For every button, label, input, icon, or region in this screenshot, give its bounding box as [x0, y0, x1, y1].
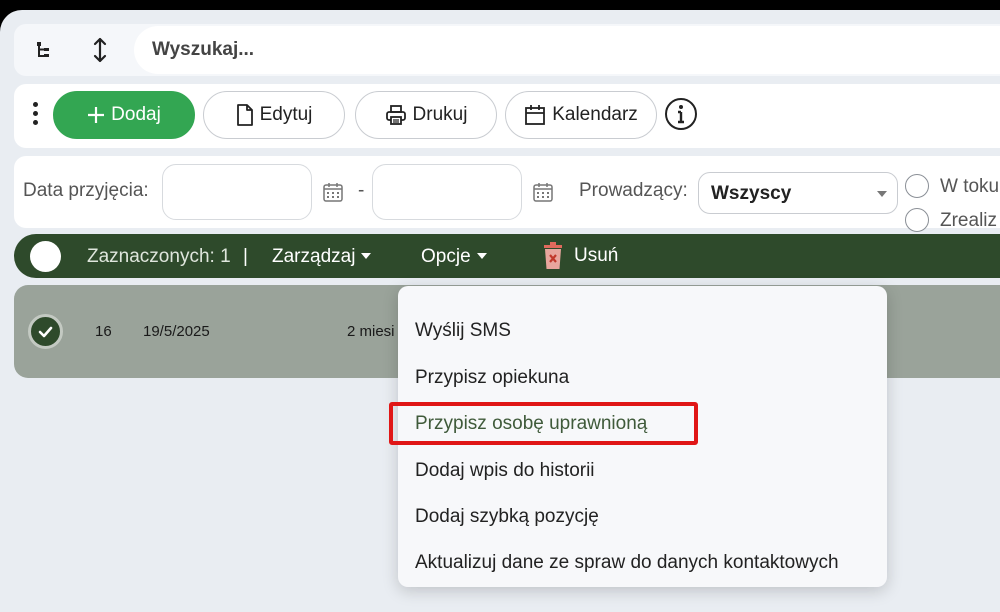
check-icon — [38, 326, 53, 338]
search-input[interactable] — [134, 26, 1000, 74]
status-completed-label: Zrealiz — [940, 210, 998, 231]
edit-button[interactable]: Edytuj — [203, 91, 345, 139]
menu-item-add-quick-item[interactable]: Dodaj szybką pozycję — [415, 506, 599, 528]
calendar-icon — [323, 183, 343, 202]
sort-vertical-icon — [93, 37, 107, 63]
menu-item-assign-caretaker[interactable]: Przypisz opiekuna — [415, 367, 569, 389]
tree-view-button[interactable] — [32, 38, 56, 62]
date-to-field[interactable] — [372, 164, 522, 220]
app-window: Dodaj Edytuj Drukuj Kalendarz — [0, 10, 1000, 612]
owner-select[interactable]: Wszyscy — [698, 172, 898, 214]
add-button[interactable]: Dodaj — [53, 91, 195, 139]
manage-menu-button[interactable]: Zarządzaj — [272, 246, 372, 268]
kebab-icon — [32, 102, 38, 107]
divider: | — [243, 246, 248, 267]
select-all-toggle[interactable] — [30, 241, 61, 272]
menu-item-update-contact-data[interactable]: Aktualizuj dane ze spraw do danych konta… — [415, 552, 839, 574]
date-to-picker[interactable] — [532, 181, 554, 203]
edit-button-label: Edytuj — [259, 104, 313, 125]
owner-select-value: Wszyscy — [711, 183, 792, 204]
highlight-annotation — [389, 402, 698, 445]
selection-bar: Zaznaczonych: 1 | Zarządzaj Opcje Usuń — [14, 234, 1000, 278]
calendar-icon — [533, 183, 553, 202]
selected-count: Zaznaczonych: 1 — [87, 246, 231, 267]
date-range-separator: - — [358, 180, 365, 201]
calendar-icon — [525, 105, 546, 125]
manage-label: Zarządzaj — [272, 246, 356, 267]
toolbar: Dodaj Edytuj Drukuj Kalendarz — [14, 84, 1000, 148]
chevron-down-icon — [877, 191, 887, 197]
add-button-label: Dodaj — [111, 104, 161, 125]
status-in-progress-label: W toku — [940, 176, 1000, 197]
delete-label: Usuń — [574, 245, 619, 266]
search-row — [14, 24, 1000, 76]
menu-item-add-history-entry[interactable]: Dodaj wpis do historii — [415, 460, 595, 482]
print-button[interactable]: Drukuj — [355, 91, 497, 139]
status-in-progress-radio[interactable] — [905, 174, 929, 198]
plus-icon — [88, 107, 105, 123]
options-label: Opcje — [421, 246, 471, 267]
calendar-button[interactable]: Kalendarz — [505, 91, 657, 139]
options-menu-button[interactable]: Opcje — [421, 246, 487, 268]
row-checkbox[interactable] — [28, 314, 63, 349]
trash-icon — [544, 242, 562, 269]
printer-icon — [385, 105, 406, 125]
date-from-picker[interactable] — [322, 181, 344, 203]
tree-icon — [37, 42, 49, 57]
more-options-button[interactable] — [30, 102, 40, 128]
menu-item-send-sms[interactable]: Wyślij SMS — [415, 320, 511, 342]
filter-bar: Data przyjęcia: - Prowadzący: Wszyscy W … — [14, 156, 1000, 232]
calendar-button-label: Kalendarz — [552, 104, 638, 125]
date-from-field[interactable] — [162, 164, 312, 220]
row-age: 2 miesi — [347, 323, 395, 340]
print-button-label: Drukuj — [412, 104, 468, 125]
document-icon — [236, 104, 253, 126]
caret-down-icon — [476, 253, 487, 259]
owner-label: Prowadzący: — [579, 180, 688, 201]
info-button[interactable] — [664, 97, 698, 131]
delete-button[interactable]: Usuń — [542, 241, 618, 271]
info-icon — [665, 98, 697, 130]
caret-down-icon — [361, 253, 372, 259]
sort-button[interactable] — [90, 36, 110, 64]
status-completed-radio[interactable] — [905, 208, 929, 232]
row-date: 19/5/2025 — [143, 323, 210, 340]
date-received-label: Data przyjęcia: — [23, 180, 149, 201]
row-id: 16 — [95, 323, 112, 340]
